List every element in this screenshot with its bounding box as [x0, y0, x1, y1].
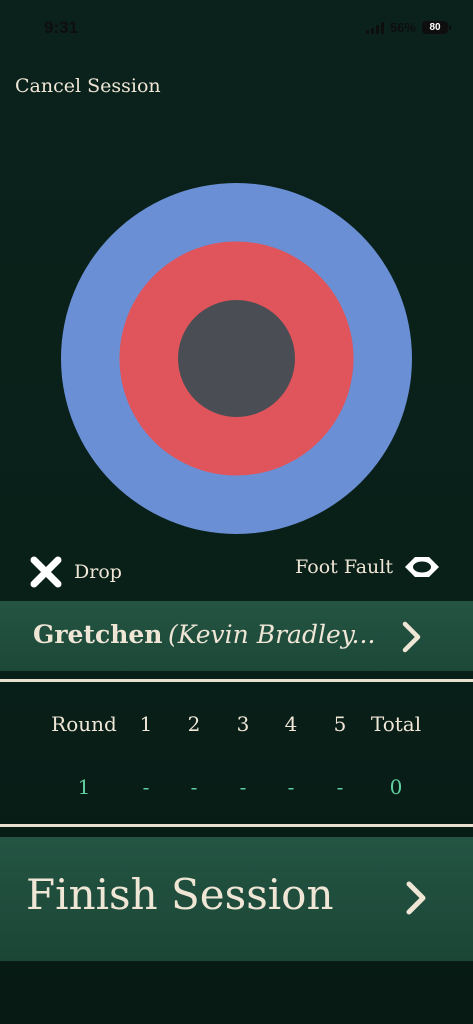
value-round: 1: [77, 775, 91, 799]
player-selector[interactable]: Gretchen (Kevin Bradley...: [0, 601, 473, 671]
player-name: Gretchen: [33, 620, 163, 649]
finish-session-button[interactable]: Finish Session: [0, 837, 473, 961]
header-round-4: 4: [284, 712, 298, 736]
header-round-3: 3: [236, 712, 250, 736]
foot-fault-button[interactable]: Foot Fault: [295, 554, 441, 580]
target-bullseye[interactable]: [178, 300, 295, 417]
drop-label: Drop: [74, 561, 122, 583]
header-round-2: 2: [187, 712, 201, 736]
foot-fault-label: Foot Fault: [295, 556, 393, 578]
battery-icon: 80: [422, 21, 451, 34]
signal-icon: [365, 21, 384, 34]
header-round-1: 1: [139, 712, 153, 736]
target[interactable]: [61, 183, 412, 534]
player-partner: (Kevin Bradley...: [168, 620, 376, 649]
x-icon: [30, 556, 62, 588]
divider: [0, 679, 473, 682]
value-round-4: -: [287, 775, 295, 799]
scoreboard-header-row: Round 1 2 3 4 5 Total: [0, 712, 473, 742]
value-round-1: -: [142, 775, 150, 799]
value-total: 0: [389, 775, 403, 799]
status-time: 9:31: [44, 18, 79, 37]
header-total: Total: [370, 712, 422, 736]
status-bar: 9:31 56% 80: [0, 0, 473, 56]
cancel-session-button[interactable]: Cancel Session: [15, 75, 161, 97]
finish-session-label: Finish Session: [26, 870, 334, 919]
battery-level: 80: [422, 21, 448, 34]
drop-button[interactable]: Drop: [28, 554, 122, 590]
chevron-right-icon: [402, 621, 421, 653]
scoreboard: Round 1 2 3 4 5 Total 1 - - - - - 0: [0, 683, 473, 823]
divider: [0, 824, 473, 827]
action-controls: Drop Foot Fault: [0, 552, 473, 596]
value-round-2: -: [190, 775, 198, 799]
chevron-right-icon: [406, 881, 426, 915]
value-round-5: -: [336, 775, 344, 799]
header-round-5: 5: [333, 712, 347, 736]
eye-icon: [405, 557, 439, 577]
value-round-3: -: [239, 775, 247, 799]
scoreboard-value-row: 1 - - - - - 0: [0, 775, 473, 805]
header-round: Round: [51, 712, 117, 736]
status-indicators: 56% 80: [365, 20, 451, 35]
battery-percent: 56%: [389, 20, 416, 35]
